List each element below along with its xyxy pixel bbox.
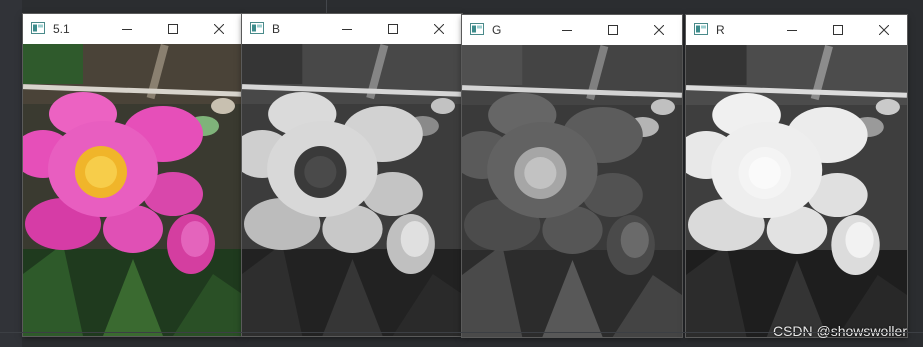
blue-channel-photo: [242, 44, 462, 336]
close-button[interactable]: [636, 15, 682, 45]
window-titlebar[interactable]: R: [686, 15, 907, 45]
opencv-window-icon: [470, 23, 484, 35]
close-icon: [879, 25, 889, 35]
window-titlebar[interactable]: 5.1: [23, 14, 242, 44]
image-window-original[interactable]: 5.1: [23, 14, 242, 336]
flower-center: [75, 146, 127, 198]
maximize-icon: [388, 24, 398, 34]
peony-bud: [386, 214, 435, 274]
minimize-icon: [122, 29, 132, 30]
red-channel-photo: [686, 45, 907, 337]
window-title: B: [272, 22, 281, 36]
desktop: 5.1 B G R CSDN @showswoller: [0, 0, 923, 347]
minimize-button[interactable]: [324, 14, 370, 44]
peony-bud: [606, 215, 655, 275]
maximize-icon: [168, 24, 178, 34]
minimize-button[interactable]: [104, 14, 150, 44]
flower-photo: [23, 44, 242, 336]
window-titlebar[interactable]: G: [462, 15, 682, 45]
image-canvas: [242, 44, 462, 336]
close-icon: [654, 25, 664, 35]
watermark-text: CSDN @showswoller: [772, 323, 907, 339]
ide-divider: [326, 0, 327, 13]
window-title: R: [716, 23, 725, 37]
peony-bud: [167, 214, 215, 274]
green-channel-photo: [462, 45, 682, 337]
close-icon: [434, 24, 444, 34]
window-title: G: [492, 23, 502, 37]
image-canvas: [462, 45, 682, 337]
close-icon: [214, 24, 224, 34]
minimize-icon: [562, 30, 572, 31]
image-window-b[interactable]: B: [242, 14, 462, 336]
maximize-button[interactable]: [815, 15, 861, 45]
flower-center: [514, 147, 567, 199]
maximize-icon: [833, 25, 843, 35]
image-window-g[interactable]: G: [462, 15, 682, 337]
window-titlebar[interactable]: B: [242, 14, 462, 44]
window-title: 5.1: [53, 22, 70, 36]
maximize-button[interactable]: [150, 14, 196, 44]
flower-center: [738, 147, 791, 199]
minimize-button[interactable]: [544, 15, 590, 45]
minimize-icon: [342, 29, 352, 30]
image-window-r[interactable]: R: [686, 15, 907, 337]
close-button[interactable]: [196, 14, 242, 44]
maximize-icon: [608, 25, 618, 35]
maximize-button[interactable]: [590, 15, 636, 45]
flower-center: [294, 146, 347, 198]
opencv-window-icon: [250, 22, 264, 34]
opencv-window-icon: [694, 23, 708, 35]
minimize-icon: [787, 30, 797, 31]
image-canvas: [23, 44, 242, 336]
opencv-window-icon: [31, 22, 45, 34]
minimize-button[interactable]: [769, 15, 815, 45]
peony-bud: [831, 215, 880, 275]
close-button[interactable]: [861, 15, 907, 45]
close-button[interactable]: [416, 14, 462, 44]
maximize-button[interactable]: [370, 14, 416, 44]
image-canvas: [686, 45, 907, 337]
